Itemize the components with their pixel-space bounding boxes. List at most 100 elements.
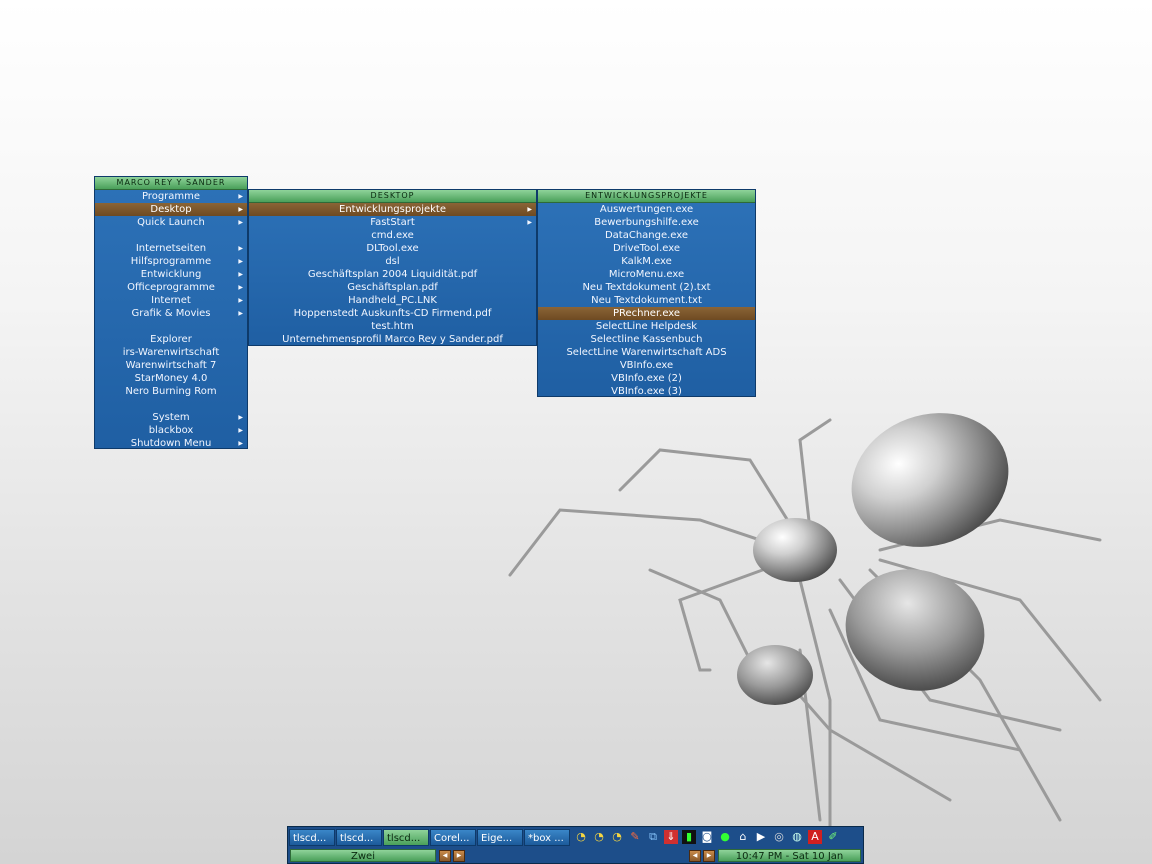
menu-item-label: Internet [151, 295, 191, 306]
menu-item-hilfsprogramme[interactable]: Hilfsprogramme ▶ [95, 255, 247, 268]
menu-item-handheld[interactable]: Handheld_PC.LNK [249, 294, 536, 307]
menu-item-vbinfo-2[interactable]: VBInfo.exe (2) [538, 372, 755, 385]
menu-item-geschaeftsplan[interactable]: Geschäftsplan.pdf [249, 281, 536, 294]
menu-item-dltool[interactable]: DLTool.exe [249, 242, 536, 255]
menu-item-prechner[interactable]: PRechner.exe [538, 307, 755, 320]
root-menu: MARCO REY Y SANDER Programme ▶ Desktop ▶ Q… [94, 176, 248, 449]
gauge-icon[interactable]: ◔ [610, 830, 624, 844]
taskbar-tasks: tlscd... tlscd... tlscd... Corel... Eige… [288, 827, 863, 847]
menu-item-vbinfo[interactable]: VBInfo.exe [538, 359, 755, 372]
task-button[interactable]: Eige... [477, 829, 523, 846]
menu-item-label: Geschäftsplan 2004 Liquidität.pdf [307, 269, 478, 280]
gauge-icon[interactable]: ◔ [592, 830, 606, 844]
menu-item-internet[interactable]: Internet ▶ [95, 294, 247, 307]
menu-item-label: StarMoney 4.0 [134, 373, 208, 384]
menu-item-test-htm[interactable]: test.htm [249, 320, 536, 333]
menu-item-starmoney[interactable]: StarMoney 4.0 [95, 372, 247, 385]
menu-separator [95, 398, 247, 411]
gauge-icon[interactable]: ◔ [574, 830, 588, 844]
disc-icon[interactable]: ◎ [772, 830, 786, 844]
acrobat-icon[interactable]: A [808, 830, 822, 844]
menu-item-explorer[interactable]: Explorer [95, 333, 247, 346]
menu-item-micromenu[interactable]: MicroMenu.exe [538, 268, 755, 281]
submenu-arrow-icon: ▶ [238, 440, 243, 447]
menu-item-label: Bewerbungshilfe.exe [594, 217, 699, 228]
menu-item-kalkm[interactable]: KalkM.exe [538, 255, 755, 268]
window-prev-button[interactable]: ◀ [689, 850, 701, 862]
menu-item-label: Internetseiten [135, 243, 207, 254]
menu-item-geschaeftsplan-2004[interactable]: Geschäftsplan 2004 Liquidität.pdf [249, 268, 536, 281]
menu-item-officeprogramme[interactable]: Officeprogramme ▶ [95, 281, 247, 294]
menu-item-quick-launch[interactable]: Quick Launch ▶ [95, 216, 247, 229]
menu-item-vbinfo-3[interactable]: VBInfo.exe (3) [538, 385, 755, 398]
taskbar: tlscd... tlscd... tlscd... Corel... Eige… [287, 826, 864, 864]
submenu-arrow-icon: ▶ [238, 297, 243, 304]
menu-item-dsl[interactable]: dsl [249, 255, 536, 268]
home-lite-icon[interactable]: ⌂ [736, 830, 750, 844]
menu-item-label: Entwicklung [140, 269, 202, 280]
menu-item-selectline-warenwirtschaft[interactable]: SelectLine Warenwirtschaft ADS [538, 346, 755, 359]
menu-item-label: Programme [141, 191, 201, 202]
menu-item-warenwirtschaft-7[interactable]: Warenwirtschaft 7 [95, 359, 247, 372]
menu-item-selectline-helpdesk[interactable]: SelectLine Helpdesk [538, 320, 755, 333]
task-button[interactable]: tlscd... [289, 829, 335, 846]
menu-item-drivetool[interactable]: DriveTool.exe [538, 242, 755, 255]
menu-item-neu-textdokument[interactable]: Neu Textdokument.txt [538, 294, 755, 307]
menu-item-shutdown[interactable]: Shutdown Menu ▶ [95, 437, 247, 450]
submenu-arrow-icon: ▶ [527, 206, 532, 213]
workspace-prev-button[interactable]: ◀ [439, 850, 451, 862]
menu-item-entwicklungsprojekte[interactable]: Entwicklungsprojekte ▶ [249, 203, 536, 216]
menu-item-entwicklung[interactable]: Entwicklung ▶ [95, 268, 247, 281]
menu-item-unternehmensprofil[interactable]: Unternehmensprofil Marco Rey y Sander.pd… [249, 333, 536, 346]
cpu-icon[interactable]: ◍ [790, 830, 804, 844]
menu-separator [95, 320, 247, 333]
paint-icon[interactable]: ✎ [628, 830, 642, 844]
projects-submenu: ENTWICKLUNGSPROJEKTE Auswertungen.exe Be… [537, 189, 756, 397]
menu-item-nero[interactable]: Nero Burning Rom [95, 385, 247, 398]
submenu-arrow-icon: ▶ [238, 219, 243, 226]
window-next-button[interactable]: ▶ [703, 850, 715, 862]
menu-item-bewerbungshilfe[interactable]: Bewerbungshilfe.exe [538, 216, 755, 229]
workspace-next-button[interactable]: ▶ [453, 850, 465, 862]
menu-item-hoppenstedt[interactable]: Hoppenstedt Auskunfts-CD Firmend.pdf [249, 307, 536, 320]
submenu-arrow-icon: ▶ [238, 310, 243, 317]
media-player-icon[interactable]: ▶ [754, 830, 768, 844]
menu-item-label: irs-Warenwirtschaft [122, 347, 220, 358]
menu-item-programme[interactable]: Programme ▶ [95, 190, 247, 203]
menu-item-auswertungen[interactable]: Auswertungen.exe [538, 203, 755, 216]
menu-item-label: PRechner.exe [612, 308, 681, 319]
menu-item-label: Warenwirtschaft 7 [125, 360, 217, 371]
task-button-active[interactable]: tlscd... [383, 829, 429, 846]
meter-icon[interactable]: ▮ [682, 830, 696, 844]
menu-item-label: Hilfsprogramme [130, 256, 212, 267]
menu-item-irs-warenwirtschaft[interactable]: irs-Warenwirtschaft [95, 346, 247, 359]
menu-item-selectline-kassenbuch[interactable]: Selectline Kassenbuch [538, 333, 755, 346]
menu-item-label: MicroMenu.exe [608, 269, 685, 280]
task-button[interactable]: *box ... [524, 829, 570, 846]
menu-item-blackbox[interactable]: blackbox ▶ [95, 424, 247, 437]
submenu-arrow-icon: ▶ [238, 193, 243, 200]
projects-menu-title: ENTWICKLUNGSPROJEKTE [538, 190, 755, 203]
network-icon[interactable]: ⧉ [646, 830, 660, 844]
desktop-menu-title: DESKTOP [249, 190, 536, 203]
submenu-arrow-icon: ▶ [238, 271, 243, 278]
menu-item-neu-textdokument-2[interactable]: Neu Textdokument (2).txt [538, 281, 755, 294]
menu-item-internetseiten[interactable]: Internetseiten ▶ [95, 242, 247, 255]
menu-item-desktop[interactable]: Desktop ▶ [95, 203, 247, 216]
tape-icon[interactable]: ◙ [700, 830, 714, 844]
menu-item-cmd[interactable]: cmd.exe [249, 229, 536, 242]
menu-item-grafik-movies[interactable]: Grafik & Movies ▶ [95, 307, 247, 320]
traffic-light-icon[interactable]: ● [718, 830, 732, 844]
menu-item-label: Hoppenstedt Auskunfts-CD Firmend.pdf [293, 308, 492, 319]
menu-item-faststart[interactable]: FastStart ▶ [249, 216, 536, 229]
menu-item-label: System [152, 412, 190, 423]
task-button[interactable]: tlscd... [336, 829, 382, 846]
menu-item-datachange[interactable]: DataChange.exe [538, 229, 755, 242]
task-button[interactable]: Corel... [430, 829, 476, 846]
download-icon[interactable]: ⇓ [664, 830, 678, 844]
menu-item-system[interactable]: System ▶ [95, 411, 247, 424]
menu-item-label: Unternehmensprofil Marco Rey y Sander.pd… [282, 334, 503, 345]
spider-wallpaper [508, 413, 1102, 832]
menu-item-label: Auswertungen.exe [599, 204, 694, 215]
pen-icon[interactable]: ✐ [826, 830, 840, 844]
